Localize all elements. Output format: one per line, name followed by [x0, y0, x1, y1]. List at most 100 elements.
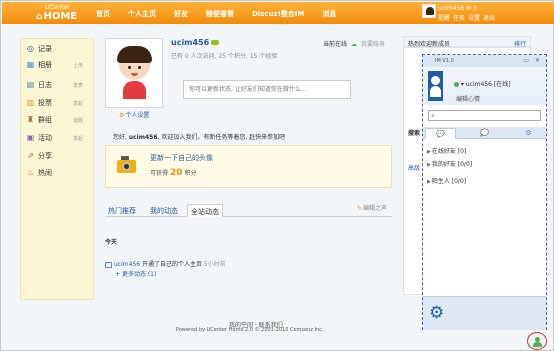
top-link-logout[interactable]: 退出	[483, 15, 495, 22]
profile-stats: 已有 0 人次访问, 25 个积分, 15 个经验	[171, 53, 278, 60]
online-dot-icon[interactable]	[454, 82, 459, 87]
blog-icon: ▤	[26, 80, 35, 89]
nav-home[interactable]: 首页	[96, 9, 110, 19]
sidebar-item-label: 相册	[38, 61, 52, 69]
sidebar-item-label: 活动	[38, 134, 52, 142]
im-tab-chat-icon[interactable]: 💬	[425, 128, 456, 139]
feed-item: ucim456 开通了自己的个人主页 5小时前	[105, 259, 226, 268]
sidebar-item-label: 热闹	[38, 169, 52, 177]
im-titlebar[interactable]: IM V1.0 ▭ ✕	[423, 55, 546, 67]
sidebar-item-blog[interactable]: ▤ 日志 发表	[21, 79, 95, 91]
message-badge[interactable]: ✉ 3	[466, 5, 477, 12]
im-avatar[interactable]	[428, 71, 443, 101]
site-logo[interactable]: UCenter ⌂HOME	[36, 4, 77, 23]
nav-friends[interactable]: 好友	[174, 9, 188, 19]
gear-icon[interactable]: ⚙	[429, 305, 444, 322]
search-section-title: 搜索	[408, 130, 421, 137]
edit-voice-link[interactable]: ✎编辑之声	[357, 203, 387, 212]
sidebar-item-event[interactable]: ▣ 活动 发起	[21, 132, 95, 144]
sidebar-item-label: 分享	[38, 152, 52, 160]
feed-time: 5小时前	[203, 261, 226, 268]
album-icon: ▦	[26, 60, 35, 69]
im-tab-settings-icon[interactable]: ⚙	[513, 128, 544, 139]
more-feed-link[interactable]: + 更多动态 (1)	[115, 269, 156, 278]
sidebar-item-extra-topic[interactable]: 话题	[73, 117, 83, 124]
update-avatar-link[interactable]: 更新一下自己的头像	[150, 153, 213, 163]
expand-icon: +	[115, 271, 122, 278]
nav-explore[interactable]: 随便看看	[206, 9, 234, 19]
top-avatar[interactable]	[422, 4, 436, 18]
im-group-friends[interactable]: ▶我的好友 [0/0]	[427, 159, 472, 168]
sidebar-item-record[interactable]: ◎ 记录	[21, 43, 95, 55]
im-user-line: ▾ ucim456 [在线]	[454, 79, 511, 88]
sidebar-item-extra-start[interactable]: 发起	[73, 135, 83, 142]
im-user-panel: ▾ ucim456 [在线] 编辑心情	[423, 67, 546, 105]
camera-icon	[117, 156, 136, 174]
status-input[interactable]	[183, 80, 351, 99]
sidebar-item-extra-upload[interactable]: 上传	[73, 62, 83, 69]
im-search-input[interactable]: ⌕	[428, 110, 541, 121]
top-link-task[interactable]: 任务	[453, 15, 465, 22]
new-members-header: 热烈欢迎新成员 排行	[403, 36, 531, 48]
gear-icon: ⚙	[119, 112, 125, 119]
im-window: IM V1.0 ▭ ✕ ▾ ucim456 [在线] 编辑心情 ⌕ 💬 💭 ⚙ …	[422, 54, 547, 330]
im-username: ucim456	[465, 81, 492, 88]
im-group-strangers[interactable]: ▶陌生人 [0/0]	[427, 176, 466, 185]
group-icon: ♜	[26, 115, 35, 124]
im-group-online[interactable]: ▶在线好友 [0]	[427, 146, 466, 155]
sidebar-item-label: 日志	[38, 81, 52, 89]
profile-avatar[interactable]	[105, 38, 163, 108]
feed-day-heading: 今天	[105, 239, 118, 246]
sidebar-item-label: 记录	[38, 45, 52, 53]
search-icon: ⌕	[431, 112, 435, 120]
record-icon: ◎	[27, 44, 34, 53]
sidebar-item-label: 投票	[38, 99, 52, 107]
page-frame: UCenter ⌂HOME 首页 个人主页 好友 随便看看 Discuz!整合I…	[0, 0, 554, 351]
feed-user-link[interactable]: ucim456	[114, 261, 140, 268]
vip-tag-icon	[211, 40, 220, 45]
sidebar-item-hot[interactable]: ♨ 热闹	[21, 167, 95, 179]
im-window-controls[interactable]: ▭ ✕	[523, 57, 542, 64]
avatar-update-task: 更新一下自己的头像 可获得 20 积分	[105, 145, 392, 188]
sidebar-item-label: 群组	[38, 116, 52, 124]
sidebar-item-album[interactable]: ▦ 相册 上传	[21, 59, 95, 71]
top-link-notice[interactable]: 提醒	[438, 15, 450, 22]
nav-personal-page[interactable]: 个人主页	[128, 9, 156, 19]
im-tab-bubble-icon[interactable]: 💭	[469, 128, 500, 139]
im-status-arrow-icon[interactable]: ▾	[461, 81, 464, 88]
profile-username-text: ucim456	[171, 38, 210, 47]
top-navigation-bar: UCenter ⌂HOME 首页 个人主页 好友 随便看看 Discuz!整合I…	[2, 2, 554, 24]
home-icon: ⌂	[36, 12, 43, 22]
sidebar-item-extra-start[interactable]: 发起	[73, 100, 83, 107]
hot-icon: ♨	[26, 168, 35, 177]
profile-settings-link[interactable]: ⚙个人设置	[119, 110, 149, 119]
top-username[interactable]: ucim456	[438, 5, 464, 12]
poll-icon: ▥	[26, 98, 35, 107]
advanced-search-link[interactable]: 高级	[408, 163, 420, 172]
sidebar-item-share[interactable]: ⇗ 分享	[21, 150, 95, 162]
profile-username[interactable]: ucim456	[171, 38, 220, 47]
footer-copyright: Powered by UCenter Home 2.0 © 2001-2010 …	[176, 327, 324, 333]
welcome-username: ucim456	[128, 134, 158, 141]
collapse-arrow-icon: ▶	[427, 162, 431, 168]
event-icon: ▣	[26, 133, 35, 142]
collapse-arrow-icon: ▶	[427, 149, 431, 155]
top-link-settings[interactable]: 设置	[468, 15, 480, 22]
sidebar-item-poll[interactable]: ▥ 投票 发起	[21, 97, 95, 109]
stealth-toggle[interactable]: 我要隐身	[361, 41, 385, 48]
im-signature[interactable]: 编辑心情	[456, 94, 480, 103]
sidebar-item-group[interactable]: ♜ 群组 话题	[21, 114, 95, 126]
pencil-icon: ✎	[357, 205, 363, 212]
nav-discuz-im[interactable]: Discuz!整合IM	[252, 9, 304, 19]
sidebar-item-extra-post[interactable]: 发表	[73, 82, 83, 89]
tab-hot-recommend[interactable]: 热门推荐	[105, 204, 139, 217]
nav-messages[interactable]: 消息	[322, 9, 336, 19]
tab-my-feed[interactable]: 我的动态	[147, 204, 181, 217]
im-tabs: 💬 💭 ⚙	[423, 127, 546, 139]
im-toggle-button[interactable]	[527, 332, 547, 350]
feed-tabs: 热门推荐 我的动态 全站动态	[105, 202, 392, 217]
user-icon	[533, 337, 542, 347]
tab-site-feed[interactable]: 全站动态	[187, 204, 223, 217]
im-title: IM V1.0	[435, 58, 454, 64]
welcome-message: 您好, ucim456, 欢迎加入我们。有新任务等着您, 赶快来参加吧	[113, 134, 286, 141]
